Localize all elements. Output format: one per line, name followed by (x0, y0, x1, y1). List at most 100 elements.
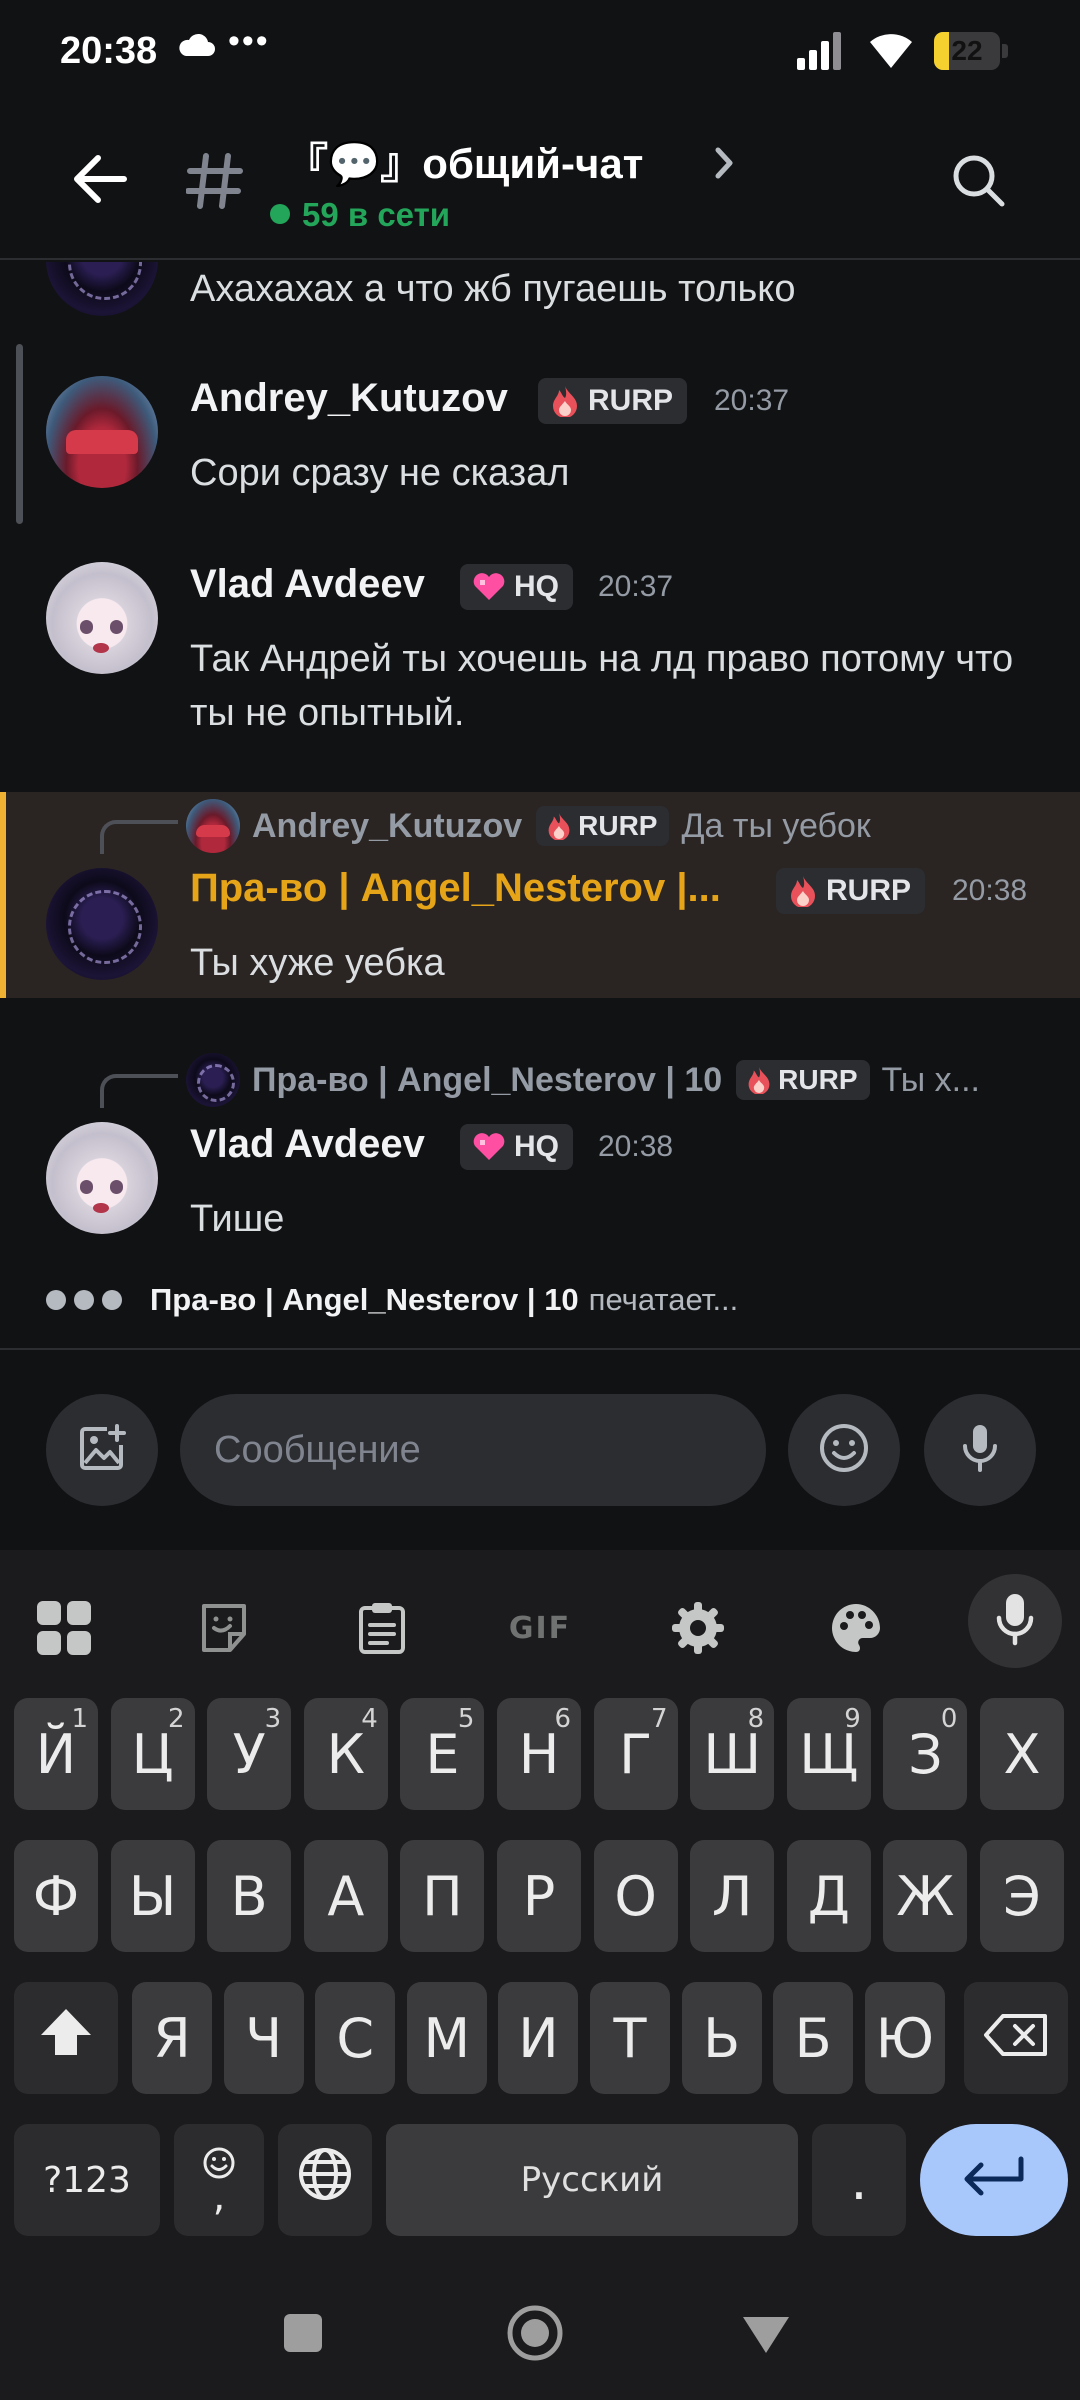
key-label: Е (425, 1722, 460, 1786)
reply-role-tag-label: RURP (578, 810, 658, 841)
back-arrow-icon[interactable] (72, 154, 128, 209)
chevron-right-icon[interactable] (714, 146, 734, 185)
role-tag[interactable]: HQ (460, 564, 573, 610)
role-tag[interactable]: RURP (538, 378, 688, 424)
symbols-key[interactable]: ?123 (14, 2124, 160, 2236)
letter-key[interactable]: Ь (681, 1982, 762, 2094)
avatar[interactable] (46, 262, 158, 316)
letter-key[interactable]: Х (980, 1698, 1064, 1810)
role-tag[interactable]: HQ (460, 1124, 573, 1170)
letter-key[interactable]: З0 (883, 1698, 968, 1810)
key-hint-number: 3 (264, 1704, 282, 1734)
letter-key[interactable]: Т (590, 1982, 670, 2094)
shift-key[interactable] (14, 1982, 118, 2094)
letter-key[interactable]: Н6 (497, 1698, 581, 1810)
key-hint-number: 8 (747, 1704, 765, 1734)
letter-key[interactable]: Л (690, 1840, 775, 1952)
channel-title[interactable]: 『💬』общий-чат (286, 130, 643, 191)
language-globe-key[interactable] (278, 2124, 372, 2236)
letter-key[interactable]: Й1 (14, 1698, 98, 1810)
message-input[interactable] (180, 1394, 766, 1506)
letter-key[interactable]: Ш8 (690, 1698, 775, 1810)
gif-button[interactable]: GIF (490, 1578, 590, 1678)
image-add-icon (77, 1423, 127, 1478)
letter-key[interactable]: Э (980, 1840, 1064, 1952)
letter-key[interactable]: Я (132, 1982, 212, 2094)
message-author[interactable]: Vlad Avdeev (190, 562, 425, 607)
key-hint-number: 0 (940, 1704, 958, 1734)
keyboard-voice-button[interactable] (968, 1574, 1062, 1668)
fire-icon (788, 875, 818, 907)
reply-preview[interactable]: Andrey_Kutuzov RURP Да ты уебок (186, 796, 871, 856)
cloud-icon (176, 32, 216, 63)
avatar[interactable] (46, 868, 158, 980)
key-hint-number: 1 (71, 1704, 88, 1734)
letter-key[interactable]: У3 (207, 1698, 292, 1810)
letter-key[interactable]: Ч (223, 1982, 304, 2094)
emoji-comma-key[interactable]: , (174, 2124, 264, 2236)
message-text: Ты хуже уебка (190, 942, 445, 984)
letter-key[interactable]: Д (786, 1840, 871, 1952)
message-author[interactable]: Andrey_Kutuzov (190, 376, 508, 421)
typing-suffix: печатает... (588, 1282, 739, 1317)
letter-key[interactable]: Г7 (593, 1698, 678, 1810)
letter-key[interactable]: О (593, 1840, 678, 1952)
message-author[interactable]: Пра-во | Angel_Nesterov |... (190, 866, 750, 911)
settings-gear-icon[interactable] (648, 1578, 748, 1678)
sticker-icon[interactable] (174, 1578, 274, 1678)
apps-grid-icon[interactable] (14, 1578, 114, 1678)
battery-tip (1002, 44, 1008, 58)
reply-text: Да ты уебок (681, 806, 871, 845)
back-triangle-icon[interactable] (740, 2314, 792, 2361)
message-text: Сори сразу не сказал (190, 452, 570, 494)
message-list[interactable]: Ахахахах а что жб пугаешь только Andrey_… (0, 262, 1080, 1348)
letter-key[interactable]: К4 (303, 1698, 388, 1810)
home-circle-icon[interactable] (506, 2304, 564, 2367)
theme-palette-icon[interactable] (806, 1578, 906, 1678)
emoji-button[interactable] (788, 1394, 900, 1506)
online-count: 59 в сети (270, 196, 450, 234)
avatar[interactable] (46, 1122, 158, 1234)
attach-image-button[interactable] (46, 1394, 158, 1506)
role-tag[interactable]: RURP (776, 868, 926, 914)
letter-key[interactable]: И (498, 1982, 579, 2094)
letter-key[interactable]: П (400, 1840, 485, 1952)
message-author[interactable]: Vlad Avdeev (190, 1122, 425, 1167)
reply-connector (100, 1074, 178, 1108)
search-icon[interactable] (950, 152, 1006, 213)
letter-key[interactable]: Ю (864, 1982, 945, 2094)
enter-key[interactable] (920, 2124, 1068, 2236)
letter-key[interactable]: Щ9 (786, 1698, 871, 1810)
enter-arrow-icon (959, 2149, 1029, 2212)
letter-key[interactable]: С (315, 1982, 396, 2094)
key-label: Й (35, 1722, 77, 1786)
reply-preview[interactable]: Пра-во | Angel_Nesterov | 10 RURP Ты х..… (186, 1050, 980, 1110)
letter-key[interactable]: А (303, 1840, 388, 1952)
scrollbar[interactable] (16, 344, 23, 524)
clipboard-icon[interactable] (332, 1578, 432, 1678)
battery-icon: 22 (934, 32, 1000, 70)
letter-key[interactable]: Ф (14, 1840, 98, 1952)
key-label: У (232, 1722, 266, 1786)
letter-key[interactable]: Ы (110, 1840, 195, 1952)
letter-key[interactable]: М (406, 1982, 487, 2094)
recents-square-icon[interactable] (282, 2312, 324, 2359)
key-label: Х (1003, 1722, 1041, 1786)
letter-key[interactable]: Б (773, 1982, 854, 2094)
letter-key[interactable]: Ц2 (110, 1698, 195, 1810)
key-hint-number: 4 (361, 1704, 378, 1734)
backspace-key[interactable] (964, 1982, 1068, 2094)
avatar[interactable] (46, 376, 158, 488)
letter-key[interactable]: В (207, 1840, 292, 1952)
letter-key[interactable]: Ж (883, 1840, 968, 1952)
voice-message-button[interactable] (924, 1394, 1036, 1506)
key-label: К (326, 1722, 365, 1786)
avatar[interactable] (46, 562, 158, 674)
letter-key[interactable]: Е5 (400, 1698, 485, 1810)
reply-role-tag: RURP (536, 806, 670, 846)
key-label: Г (619, 1722, 653, 1786)
period-key[interactable]: . (812, 2124, 906, 2236)
space-key[interactable]: Русский (386, 2124, 798, 2236)
reply-role-tag: RURP (736, 1060, 870, 1100)
letter-key[interactable]: Р (497, 1840, 581, 1952)
